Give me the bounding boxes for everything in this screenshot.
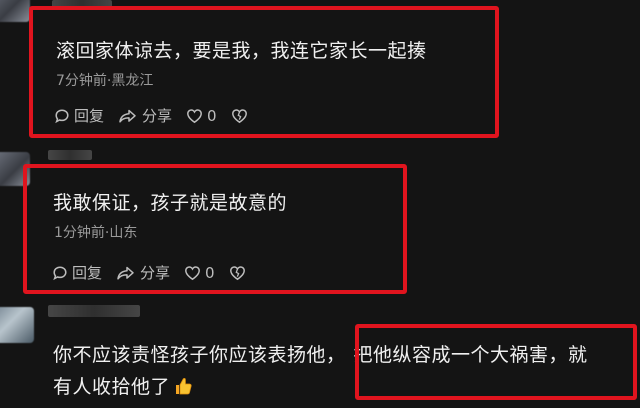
broken-heart-icon [229, 265, 245, 280]
comment-meta: 7分钟前·黑龙江 [56, 73, 154, 89]
share-label: 分享 [140, 264, 171, 282]
thumbs-up-emoji [176, 378, 192, 395]
heart-icon [185, 265, 200, 280]
heart-icon [187, 108, 202, 123]
comment-text: 我敢保证，孩子就是故意的 [53, 192, 288, 214]
share-button[interactable]: 分享 [116, 262, 170, 283]
comment-icon [53, 265, 67, 280]
like-count: 0 [205, 263, 215, 282]
reply-label: 回复 [72, 264, 103, 282]
comment-text-line2: 有人收拾他了 [53, 370, 193, 404]
reply-label: 回复 [74, 107, 105, 125]
share-icon [117, 266, 134, 280]
share-label: 分享 [142, 107, 173, 125]
comment-icon [55, 108, 69, 123]
comment-text: 你不应该责怪孩子你应该表扬他， 把他纵容成一个大祸害，就 [53, 338, 588, 372]
reply-button[interactable]: 回复 [54, 105, 104, 126]
dislike-button[interactable] [231, 108, 252, 124]
share-button[interactable]: 分享 [118, 105, 172, 126]
like-count: 0 [207, 106, 217, 125]
avatar[interactable] [0, 307, 34, 343]
comment-meta: 1分钟前·山东 [54, 225, 138, 241]
comment-text-part2: 把他纵容成一个大祸害，就 [353, 344, 588, 366]
comment-actions: 回复 分享 0 [52, 262, 264, 283]
username-blurred[interactable] [48, 305, 140, 317]
share-icon [119, 109, 136, 123]
like-button[interactable]: 0 [186, 107, 217, 125]
comment-text-line2-text: 有人收拾他了 [53, 376, 171, 398]
comment-text: 滚回家体谅去，要是我，我连它家长一起揍 [56, 40, 427, 62]
username-blurred[interactable] [48, 150, 92, 160]
reply-button[interactable]: 回复 [52, 262, 102, 283]
dislike-button[interactable] [229, 265, 250, 281]
avatar[interactable] [0, 0, 30, 22]
comment-actions: 回复 分享 0 [54, 105, 266, 126]
avatar[interactable] [0, 152, 30, 186]
username-blurred[interactable] [52, 0, 112, 8]
broken-heart-icon [231, 108, 247, 123]
comment-text-part1: 你不应该责怪孩子你应该表扬他， [53, 344, 346, 366]
like-button[interactable]: 0 [184, 264, 215, 282]
